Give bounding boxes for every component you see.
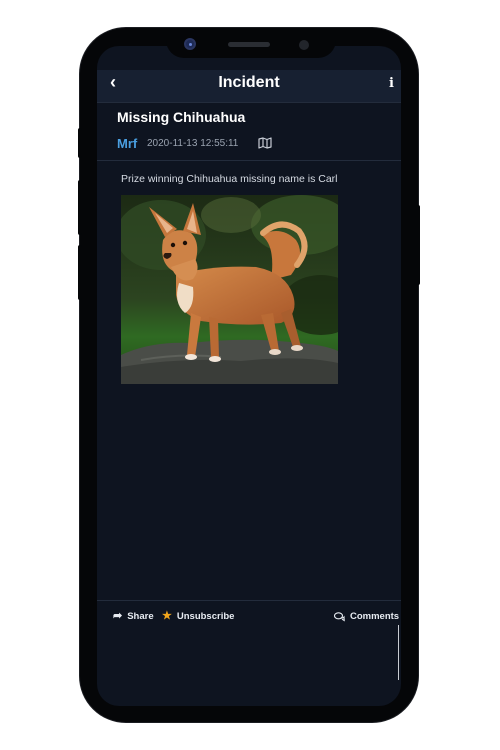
proximity-sensor	[299, 40, 309, 50]
incident-description: Prize winning Chihuahua missing name is …	[121, 173, 338, 185]
author-link[interactable]: Mrf	[117, 136, 137, 151]
divider	[97, 600, 401, 601]
phone-volume-down	[78, 245, 82, 300]
share-button[interactable]: ➦ Share	[113, 610, 154, 623]
comments-icon	[334, 611, 345, 621]
comments-label: Comments	[350, 611, 400, 622]
map-icon[interactable]	[258, 137, 272, 149]
share-icon: ➦	[113, 610, 123, 622]
scroll-edge	[398, 625, 399, 680]
unsubscribe-label: Unsubscribe	[176, 611, 235, 622]
page-title: Incident	[218, 74, 280, 91]
divider	[97, 160, 401, 161]
earpiece-speaker	[228, 42, 270, 47]
front-camera	[184, 38, 196, 50]
incident-title: Missing Chihuahua	[117, 109, 246, 125]
star-icon: ★	[162, 610, 172, 622]
phone-volume-up	[78, 180, 82, 235]
incident-timestamp: 2020-11-13 12:55:11	[147, 138, 239, 149]
phone-power-button	[416, 205, 420, 285]
comments-button[interactable]: Comments	[334, 611, 399, 622]
info-icon[interactable]: i	[389, 76, 394, 91]
share-label: Share	[127, 611, 154, 622]
chihuahua-photo[interactable]	[121, 195, 338, 384]
phone-side-button	[78, 128, 82, 158]
unsubscribe-button[interactable]: ★ Unsubscribe	[162, 610, 235, 623]
